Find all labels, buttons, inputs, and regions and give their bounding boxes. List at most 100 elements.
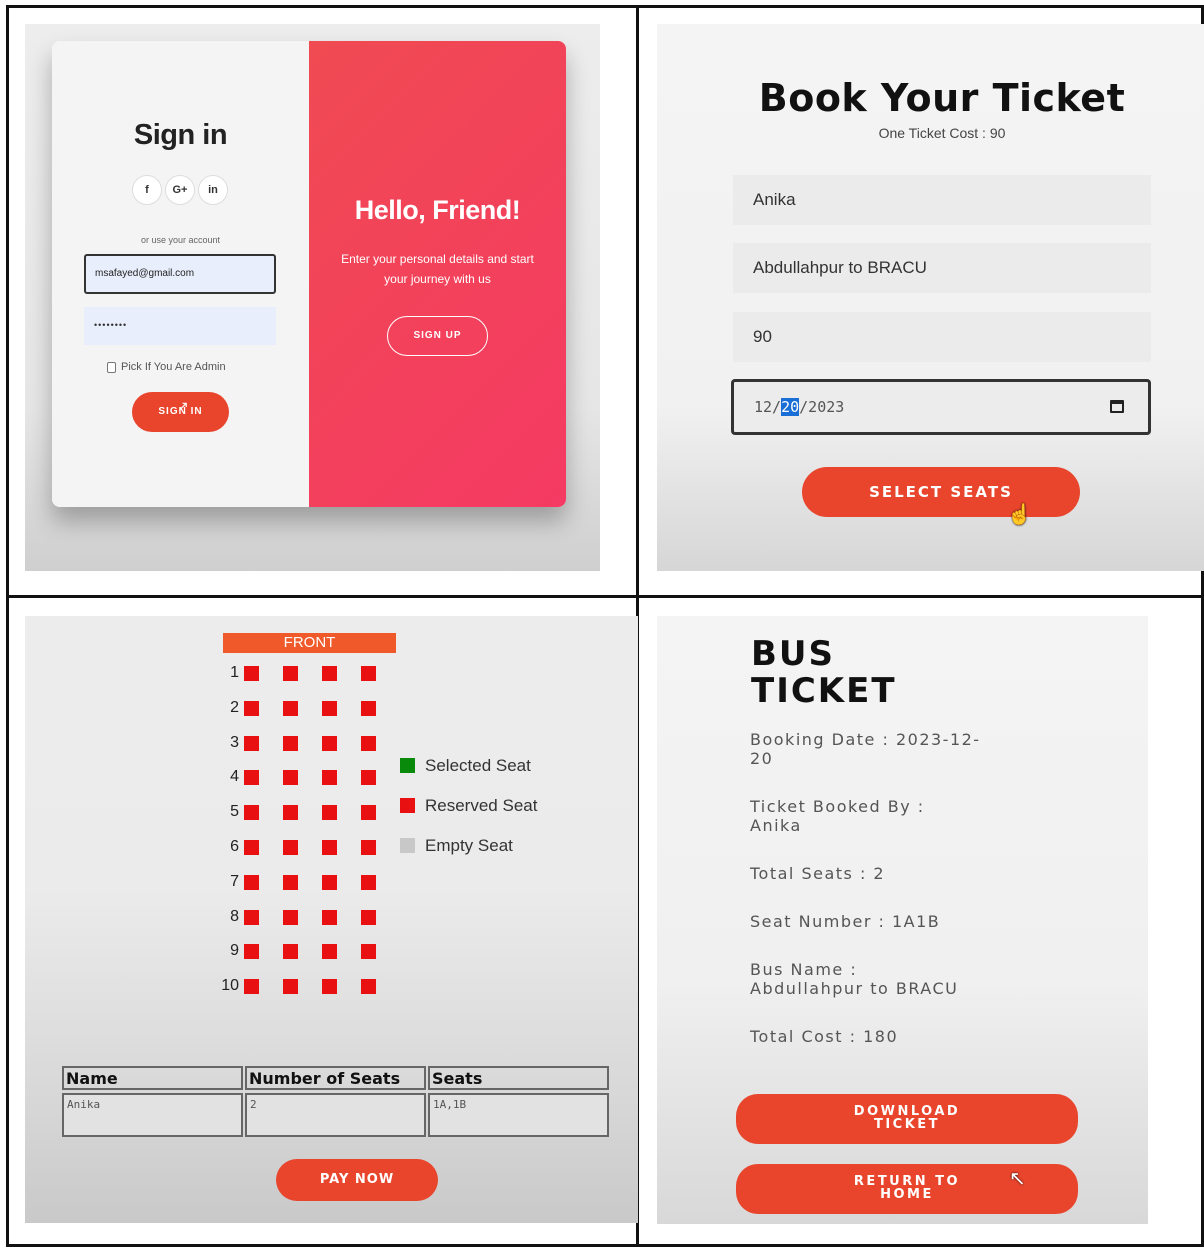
seat-reserved[interactable] xyxy=(361,666,376,681)
seat-reserved[interactable] xyxy=(283,735,298,751)
name-textarea[interactable]: Anika xyxy=(62,1093,243,1137)
bus-name-line2: Abdullahpur to BRACU xyxy=(750,979,959,998)
download-ticket-label-2: TICKET xyxy=(873,1117,941,1132)
row-number: 2 xyxy=(230,698,239,716)
seat-reserved[interactable] xyxy=(322,770,337,786)
email-input[interactable]: msafayed@gmail.com xyxy=(84,254,276,294)
seat-reserved[interactable] xyxy=(244,944,259,960)
seat-reserved[interactable] xyxy=(361,805,376,821)
select-seats-button[interactable]: SELECT SEATS xyxy=(802,467,1080,517)
row-number: 9 xyxy=(230,942,239,960)
seat-reserved[interactable] xyxy=(322,700,337,716)
legend-empty-label: Empty Seat xyxy=(425,836,513,855)
seat-reserved[interactable] xyxy=(361,944,376,960)
seat-reserved[interactable] xyxy=(361,700,376,716)
seat-selection-panel: FRONT 1 2 3 4 5 6 7 8 9 10 Selected Seat Reserved… xyxy=(25,616,638,1223)
row-number: 7 xyxy=(230,872,239,890)
seat-reserved[interactable] xyxy=(244,805,259,821)
seat-reserved[interactable] xyxy=(283,700,298,716)
admin-checkbox-row[interactable]: Pick If You Are Admin xyxy=(107,361,226,373)
total-cost-info: Total Cost : 180 xyxy=(750,1027,899,1046)
ticket-cost-subtitle: One Ticket Cost : 90 xyxy=(878,125,1006,141)
seat-reserved[interactable] xyxy=(361,979,376,995)
seat-reserved[interactable] xyxy=(322,840,337,855)
legend-selected-label: Selected Seat xyxy=(425,756,531,775)
signin-form-side: Sign in f G+ in or use your account msaf… xyxy=(52,41,309,507)
seat-reserved[interactable] xyxy=(283,840,298,855)
calendar-icon[interactable] xyxy=(1110,400,1124,413)
seat-reserved[interactable] xyxy=(283,770,298,786)
date-input[interactable]: 12/20/2023 xyxy=(731,379,1151,435)
bus-name-info: Bus Name : Abdullahpur to BRACU xyxy=(750,960,1070,998)
row-number: 8 xyxy=(230,907,239,925)
seat-reserved[interactable] xyxy=(244,840,259,855)
seat-reserved[interactable] xyxy=(361,909,376,925)
seat-reserved[interactable] xyxy=(361,735,376,751)
table-header-name: Name xyxy=(62,1066,243,1090)
date-day-selected: 20 xyxy=(781,398,800,416)
facebook-icon[interactable]: f xyxy=(132,175,162,205)
legend-reserved-label: Reserved Seat xyxy=(425,796,538,815)
hello-title: Hello, Friend! xyxy=(354,195,521,225)
linkedin-icon[interactable]: in xyxy=(198,175,228,205)
seat-reserved[interactable] xyxy=(322,979,337,995)
bus-name-line1: Bus Name : xyxy=(750,960,858,979)
seat-reserved[interactable] xyxy=(283,874,298,890)
seat-reserved[interactable] xyxy=(244,874,259,890)
bus-ticket-title: BUS TICKET xyxy=(751,636,897,710)
booked-by-info: Ticket Booked By : Anika xyxy=(750,797,1070,835)
seat-reserved[interactable] xyxy=(361,770,376,786)
signin-title: Sign in xyxy=(133,119,228,151)
seat-reserved[interactable] xyxy=(361,874,376,890)
booking-date-line1: Booking Date : 2023-12- xyxy=(750,730,981,749)
seat-reserved[interactable] xyxy=(244,700,259,716)
seat-reserved[interactable] xyxy=(283,909,298,925)
admin-checkbox-label: Pick If You Are Admin xyxy=(121,361,226,373)
seat-reserved[interactable] xyxy=(244,770,259,786)
seat-reserved[interactable] xyxy=(283,979,298,995)
seat-reserved[interactable] xyxy=(283,944,298,960)
or-use-account-text: or use your account xyxy=(140,235,221,245)
date-month: 12/ xyxy=(754,398,782,416)
hello-side: Hello, Friend! Enter your personal detai… xyxy=(309,41,566,507)
table-header-seats: Seats xyxy=(428,1066,609,1090)
number-of-seats-textarea[interactable]: 2 xyxy=(245,1093,426,1137)
google-plus-icon[interactable]: G+ xyxy=(165,175,195,205)
seat-reserved[interactable] xyxy=(322,944,337,960)
booking-date-line2: 20 xyxy=(750,749,774,768)
seat-reserved[interactable] xyxy=(322,666,337,681)
admin-checkbox[interactable] xyxy=(107,361,116,373)
signin-panel: Sign in f G+ in or use your account msaf… xyxy=(25,24,600,571)
front-label: FRONT xyxy=(223,633,396,653)
seat-reserved[interactable] xyxy=(322,874,337,890)
seat-reserved[interactable] xyxy=(322,805,337,821)
booked-by-line2: Anika xyxy=(750,816,802,835)
name-input[interactable]: Anika xyxy=(733,175,1151,225)
route-input[interactable]: Abdullahpur to BRACU xyxy=(733,243,1151,293)
return-home-label-2: HOME xyxy=(880,1187,934,1202)
seat-reserved[interactable] xyxy=(244,909,259,925)
seat-reserved[interactable] xyxy=(283,666,298,681)
booking-title: Book Your Ticket xyxy=(758,76,1126,120)
bus-ticket-title-line2: TICKET xyxy=(751,671,897,711)
seat-reserved[interactable] xyxy=(244,735,259,751)
signin-card: Sign in f G+ in or use your account msaf… xyxy=(52,41,566,507)
grid-divider-horizontal xyxy=(6,595,1204,598)
password-input[interactable]: •••••••• xyxy=(84,307,276,345)
seat-reserved[interactable] xyxy=(244,979,259,995)
mouse-cursor-icon: ☝ xyxy=(1007,504,1032,526)
download-ticket-button[interactable]: DOWNLOAD TICKET xyxy=(736,1094,1078,1144)
date-year: /2023 xyxy=(799,398,845,416)
seat-reserved[interactable] xyxy=(361,840,376,855)
seats-textarea[interactable]: 1A,1B xyxy=(428,1093,609,1137)
signup-button[interactable]: SIGN UP xyxy=(387,316,488,356)
pay-now-button[interactable]: PAY NOW xyxy=(276,1159,438,1201)
seat-reserved[interactable] xyxy=(283,805,298,821)
seat-reserved[interactable] xyxy=(322,909,337,925)
seat-reserved[interactable] xyxy=(244,666,259,681)
mouse-cursor-icon: ↗ xyxy=(177,398,189,414)
return-home-button[interactable]: RETURN TO HOME xyxy=(736,1164,1078,1214)
cost-input[interactable]: 90 xyxy=(733,312,1151,362)
row-number: 1 xyxy=(230,664,239,681)
seat-reserved[interactable] xyxy=(322,735,337,751)
